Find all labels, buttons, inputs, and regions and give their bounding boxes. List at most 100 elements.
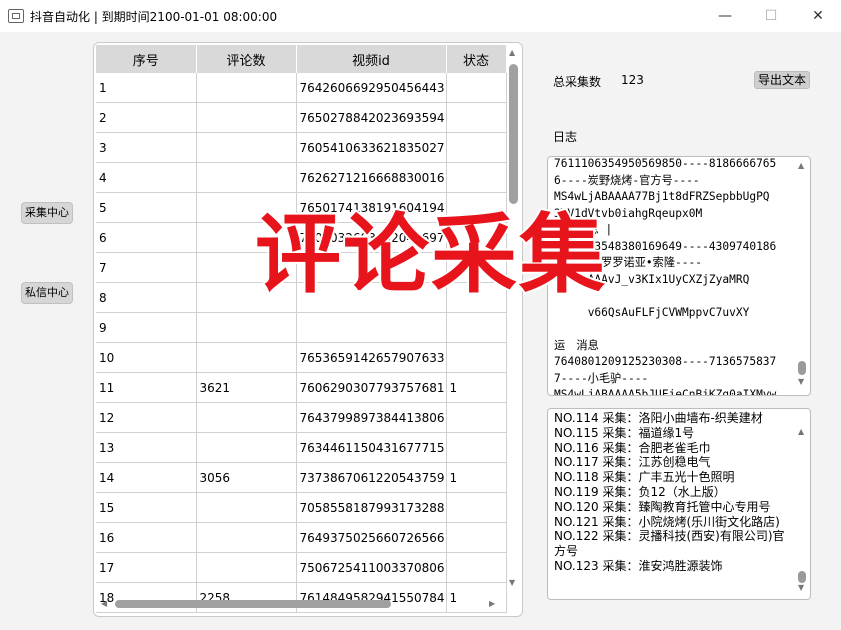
cell-comment-count[interactable] [196, 312, 297, 343]
scroll-up-icon[interactable]: ▲ [798, 161, 804, 170]
cell-comment-count[interactable]: 3056 [196, 462, 297, 493]
cell-index[interactable]: 9 [96, 312, 197, 343]
table-row[interactable]: 17 7506725411003370806 [96, 552, 507, 583]
scroll-down-icon[interactable]: ▼ [509, 578, 515, 587]
cell-index[interactable]: 17 [96, 552, 197, 583]
cell-index[interactable]: 8 [96, 282, 197, 313]
close-button[interactable]: ✕ [795, 0, 841, 32]
cell-status[interactable] [446, 312, 507, 343]
table-row[interactable]: 11 3621 7606290307793757681 1 [96, 372, 507, 403]
table-row[interactable]: 4 7626271216668830016 [96, 162, 507, 193]
cell-index[interactable]: 16 [96, 522, 197, 553]
table-horizontal-scrollbar[interactable]: ◀ ▶ [97, 598, 501, 610]
scroll-left-icon[interactable]: ◀ [101, 599, 107, 608]
cell-video-id[interactable]: 7634461150431677715 [296, 432, 447, 463]
collect-results-box[interactable]: NO.114 采集：洛阳小曲墙布-织美建材 NO.115 采集：福道缘1号 NO.1… [547, 408, 811, 600]
cell-status[interactable] [446, 432, 507, 463]
cell-video-id[interactable]: 7506725411003370806 [296, 552, 447, 583]
cell-index[interactable]: 11 [96, 372, 197, 403]
cell-status[interactable] [446, 552, 507, 583]
cell-status[interactable] [446, 522, 507, 553]
column-header-status[interactable]: 状态 [446, 45, 507, 73]
export-text-button[interactable]: 导出文本 [754, 71, 810, 89]
scrollbar-thumb[interactable] [115, 600, 391, 608]
cell-index[interactable]: 3 [96, 132, 197, 163]
cell-video-id[interactable]: 7373867061220543759 [296, 462, 447, 493]
results-scrollbar[interactable]: ▲ ▼ [797, 413, 807, 595]
table-row[interactable]: 2 7650278842023693594 [96, 102, 507, 133]
collect-center-button[interactable]: 采集中心 [21, 202, 73, 224]
cell-comment-count[interactable] [196, 492, 297, 523]
table-row[interactable]: 1 7642606692950456443 [96, 73, 507, 103]
table-vertical-scrollbar[interactable]: ▲ ▼ [507, 48, 519, 588]
cell-status[interactable] [446, 492, 507, 523]
scroll-right-icon[interactable]: ▶ [489, 599, 495, 608]
table-row[interactable]: 13 7634461150431677715 [96, 432, 507, 463]
scrollbar-thumb[interactable] [798, 361, 806, 375]
cell-video-id[interactable]: 7606290307793757681 [296, 372, 447, 403]
table-row[interactable]: 15 7058558187993173288 [96, 492, 507, 523]
app-icon [8, 9, 24, 23]
cell-comment-count[interactable] [196, 342, 297, 373]
cell-index[interactable]: 7 [96, 252, 197, 283]
scrollbar-thumb[interactable] [509, 64, 518, 204]
cell-comment-count[interactable] [196, 552, 297, 583]
cell-comment-count[interactable] [196, 522, 297, 553]
cell-status[interactable] [446, 342, 507, 373]
maximize-button[interactable]: ☐ [748, 0, 794, 32]
cell-index[interactable]: 12 [96, 402, 197, 433]
cell-index[interactable]: 5 [96, 192, 197, 223]
scroll-down-icon[interactable]: ▼ [798, 377, 804, 386]
cell-video-id[interactable]: 7650278842023693594 [296, 102, 447, 133]
cell-comment-count[interactable] [196, 132, 297, 163]
dm-center-button[interactable]: 私信中心 [21, 282, 73, 304]
scroll-up-icon[interactable]: ▲ [509, 48, 515, 57]
cell-video-id[interactable]: 7649375025660726566 [296, 522, 447, 553]
collect-results-list: NO.114 采集：洛阳小曲墙布-织美建材 NO.115 采集：福道缘1号 NO.1… [554, 411, 790, 574]
cell-comment-count[interactable] [196, 432, 297, 463]
cell-status[interactable] [446, 132, 507, 163]
cell-status[interactable]: 1 [446, 462, 507, 493]
cell-video-id[interactable]: 7653659142657907633 [296, 342, 447, 373]
cell-comment-count[interactable] [196, 162, 297, 193]
cell-comment-count[interactable] [196, 73, 297, 103]
log-scrollbar[interactable]: ▲ ▼ [797, 161, 807, 391]
scroll-down-icon[interactable]: ▼ [798, 583, 804, 592]
cell-comment-count[interactable] [196, 102, 297, 133]
cell-video-id[interactable]: 7626271216668830016 [296, 162, 447, 193]
scroll-up-icon[interactable]: ▲ [798, 427, 804, 436]
cell-index[interactable]: 2 [96, 102, 197, 133]
table-row[interactable]: 3 7605410633621835027 [96, 132, 507, 163]
cell-index[interactable]: 14 [96, 462, 197, 493]
column-header-video-id[interactable]: 视频id [296, 45, 447, 73]
cell-status[interactable] [446, 73, 507, 103]
cell-index[interactable]: 13 [96, 432, 197, 463]
cell-comment-count[interactable] [196, 402, 297, 433]
table-row[interactable]: 14 3056 7373867061220543759 1 [96, 462, 507, 493]
cell-status[interactable] [446, 402, 507, 433]
cell-video-id[interactable] [296, 312, 447, 343]
cell-index[interactable]: 4 [96, 162, 197, 193]
table-row[interactable]: 10 7653659142657907633 [96, 342, 507, 373]
cell-status[interactable] [446, 162, 507, 193]
table-row[interactable]: 12 7643799897384413806 [96, 402, 507, 433]
cell-index[interactable]: 6 [96, 222, 197, 253]
scrollbar-thumb[interactable] [798, 571, 806, 583]
column-header-index[interactable]: 序号 [96, 45, 197, 73]
cell-index[interactable]: 1 [96, 73, 197, 103]
list-item: NO.120 采集：臻陶教育托管中心专用号 [554, 499, 771, 514]
cell-video-id[interactable]: 7642606692950456443 [296, 73, 447, 103]
cell-video-id[interactable]: 7058558187993173288 [296, 492, 447, 523]
table-row[interactable]: 9 [96, 312, 507, 343]
table-row[interactable]: 16 7649375025660726566 [96, 522, 507, 553]
window-title: 抖音自动化 | 到期时间2100-01-01 08:00:00 [30, 10, 278, 24]
cell-comment-count[interactable]: 3621 [196, 372, 297, 403]
cell-status[interactable] [446, 102, 507, 133]
column-header-comments[interactable]: 评论数 [196, 45, 297, 73]
minimize-button[interactable]: — [702, 0, 748, 32]
cell-index[interactable]: 15 [96, 492, 197, 523]
cell-video-id[interactable]: 7605410633621835027 [296, 132, 447, 163]
cell-status[interactable]: 1 [446, 372, 507, 403]
cell-index[interactable]: 10 [96, 342, 197, 373]
cell-video-id[interactable]: 7643799897384413806 [296, 402, 447, 433]
